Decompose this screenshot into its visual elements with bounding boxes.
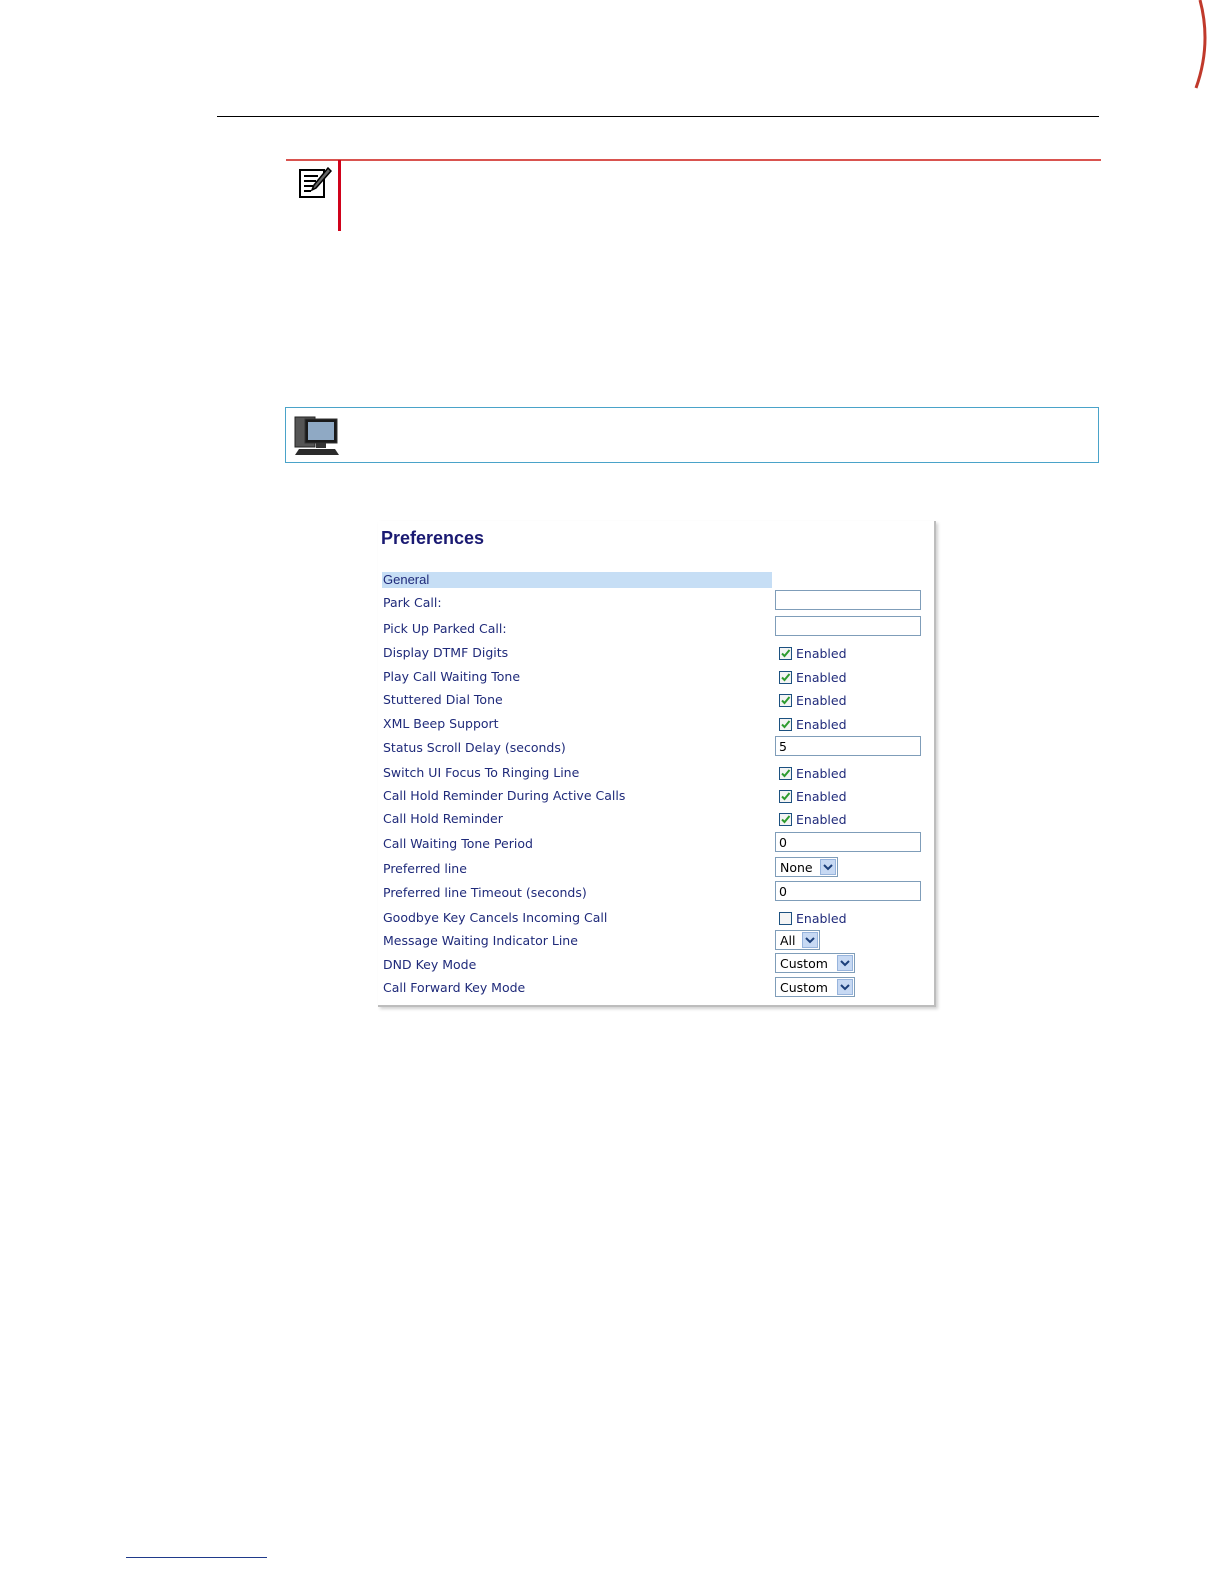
- label-switch-ui-focus: Switch UI Focus To Ringing Line: [383, 765, 580, 780]
- label-call-hold-reminder-active: Call Hold Reminder During Active Calls: [383, 788, 626, 803]
- pick-up-parked-call-input[interactable]: [775, 616, 921, 636]
- checkbox-label: Enabled: [796, 788, 847, 804]
- page-title: Preferences: [381, 528, 485, 548]
- call-hold-reminder-active-checkbox[interactable]: [779, 789, 792, 803]
- select-value: All: [780, 932, 796, 948]
- header-rule: [217, 116, 1099, 117]
- goodbye-key-cancels-checkbox[interactable]: [779, 911, 792, 925]
- checkbox-label: Enabled: [796, 645, 847, 661]
- checkbox-label: Enabled: [796, 669, 847, 685]
- label-play-call-waiting-tone: Play Call Waiting Tone: [383, 669, 521, 684]
- label-call-hold-reminder: Call Hold Reminder: [383, 811, 503, 826]
- goodbye-key-cancels-option: Enabled: [779, 910, 847, 926]
- section-header: General: [383, 572, 430, 587]
- checkbox-label: Enabled: [796, 765, 847, 781]
- label-status-scroll-delay: Status Scroll Delay (seconds): [383, 740, 566, 755]
- label-call-waiting-tone-period: Call Waiting Tone Period: [383, 836, 533, 851]
- footnote-rule: [126, 1557, 267, 1558]
- label-goodbye-key-cancels: Goodbye Key Cancels Incoming Call: [383, 910, 608, 925]
- label-preferred-line-timeout: Preferred line Timeout (seconds): [383, 885, 587, 900]
- label-dnd-key-mode: DND Key Mode: [383, 957, 477, 972]
- dnd-key-mode-select[interactable]: Custom: [775, 953, 855, 973]
- note-accent-bar: [338, 160, 341, 231]
- xml-beep-support-checkbox[interactable]: [779, 717, 792, 731]
- label-xml-beep-support: XML Beep Support: [383, 716, 499, 731]
- chevron-down-icon[interactable]: [837, 955, 853, 971]
- label-call-forward-key-mode: Call Forward Key Mode: [383, 980, 526, 995]
- preferred-line-timeout-input[interactable]: 0: [775, 881, 921, 901]
- label-mwi-line: Message Waiting Indicator Line: [383, 933, 578, 948]
- checkbox-label: Enabled: [796, 910, 847, 926]
- park-call-input[interactable]: [775, 590, 921, 610]
- label-display-dtmf-digits: Display DTMF Digits: [383, 645, 509, 660]
- checkbox-label: Enabled: [796, 692, 847, 708]
- status-scroll-delay-input[interactable]: 5: [775, 736, 921, 756]
- web-ui-callout: [285, 407, 1099, 463]
- label-stuttered-dial-tone: Stuttered Dial Tone: [383, 692, 503, 707]
- label-pick-up-parked-call: Pick Up Parked Call:: [383, 621, 507, 636]
- chevron-down-icon[interactable]: [837, 979, 853, 995]
- computer-monitor-icon: [294, 416, 339, 455]
- select-value: None: [780, 859, 813, 875]
- preferred-line-select[interactable]: None: [775, 857, 838, 877]
- call-hold-reminder-option: Enabled: [779, 811, 847, 827]
- stuttered-dial-tone-option: Enabled: [779, 692, 847, 708]
- switch-ui-focus-checkbox[interactable]: [779, 766, 792, 780]
- checkbox-label: Enabled: [796, 811, 847, 827]
- call-waiting-tone-period-input[interactable]: 0: [775, 832, 921, 852]
- chevron-down-icon[interactable]: [802, 932, 818, 948]
- notepad-pencil-icon: [299, 167, 332, 198]
- call-hold-reminder-checkbox[interactable]: [779, 812, 792, 826]
- note-rule: [286, 159, 1101, 161]
- play-call-waiting-tone-checkbox[interactable]: [779, 670, 792, 684]
- select-value: Custom: [780, 979, 828, 995]
- stuttered-dial-tone-checkbox[interactable]: [779, 693, 792, 707]
- label-park-call: Park Call:: [383, 595, 442, 610]
- preferences-panel: Preferences General Park Call: Pick Up P…: [378, 521, 936, 1007]
- section-header-bar: [382, 572, 772, 588]
- call-hold-reminder-active-option: Enabled: [779, 788, 847, 804]
- call-forward-key-mode-select[interactable]: Custom: [775, 977, 855, 997]
- chevron-down-icon[interactable]: [820, 859, 836, 875]
- xml-beep-support-option: Enabled: [779, 716, 847, 732]
- display-dtmf-digits-checkbox[interactable]: [779, 646, 792, 660]
- select-value: Custom: [780, 955, 828, 971]
- mwi-line-select[interactable]: All: [775, 930, 820, 950]
- label-preferred-line: Preferred line: [383, 861, 467, 876]
- page-edge-curve: [1194, 0, 1207, 89]
- display-dtmf-digits-option: Enabled: [779, 645, 847, 661]
- play-call-waiting-tone-option: Enabled: [779, 669, 847, 685]
- checkbox-label: Enabled: [796, 716, 847, 732]
- switch-ui-focus-option: Enabled: [779, 765, 847, 781]
